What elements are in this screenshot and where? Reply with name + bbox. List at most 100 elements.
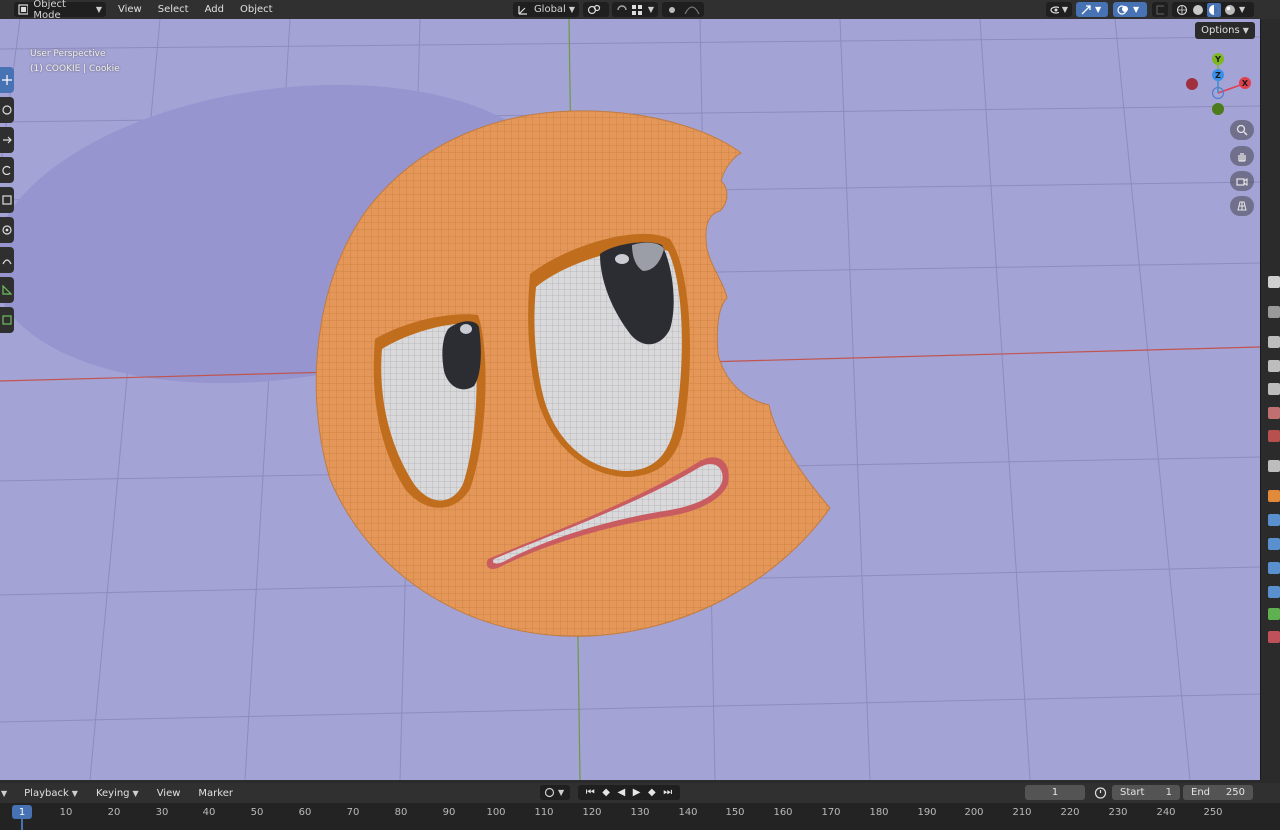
frame-tick: 220 (1060, 807, 1080, 818)
play-reverse-icon[interactable]: ◀ (618, 787, 626, 798)
render-properties-icon[interactable] (1268, 336, 1280, 348)
snap-icon (617, 5, 627, 11)
xray-toggle[interactable] (1152, 2, 1168, 17)
frame-tick: 10 (59, 807, 73, 818)
overlay-toggle[interactable]: ▼ (1113, 2, 1147, 17)
mode-dropdown[interactable]: Object Mode ▼ (14, 0, 106, 21)
play-icon[interactable]: ▶ (633, 787, 641, 798)
frame-tick: 70 (346, 807, 360, 818)
perspective-toggle-button[interactable] (1230, 196, 1254, 216)
keyframe-next-icon[interactable]: ◆ (648, 787, 656, 798)
object-properties-icon[interactable] (1268, 490, 1280, 502)
transform-orientation-dropdown[interactable]: Global ▼ (513, 2, 579, 17)
particle-properties-icon[interactable] (1268, 538, 1280, 550)
auto-key-toggle[interactable]: ▼ (540, 785, 570, 800)
move-tool[interactable] (0, 127, 14, 153)
menu-keying[interactable]: Keying ▼ (87, 788, 148, 799)
neg-x-axis-ball[interactable] (1186, 78, 1198, 90)
shading-rendered-icon[interactable] (1224, 4, 1236, 16)
zoom-button[interactable] (1230, 120, 1254, 140)
transform-icon (2, 225, 12, 235)
world-properties-icon[interactable] (1268, 430, 1280, 442)
scene-properties-icon[interactable] (1268, 407, 1280, 419)
frame-tick: 200 (964, 807, 984, 818)
material-properties-icon[interactable] (1268, 631, 1280, 643)
tool-properties-icon[interactable] (1268, 306, 1280, 318)
playhead-frame-badge[interactable]: 1 (12, 805, 32, 819)
camera-view-button[interactable] (1230, 171, 1254, 191)
options-label: Options (1201, 25, 1240, 36)
chevron-down-icon: ▼ (1239, 5, 1246, 14)
select-box-tool[interactable] (0, 67, 14, 93)
camera-icon (1236, 177, 1248, 187)
menu-object[interactable]: Object (232, 4, 281, 15)
frame-tick: 150 (725, 807, 745, 818)
jump-end-icon[interactable]: ⏭ (663, 787, 672, 798)
keyframe-prev-icon[interactable]: ◆ (602, 787, 610, 798)
3d-viewport[interactable]: User Perspective (1) COOKIE | Cookie Y Z… (0, 19, 1260, 780)
constraint-properties-icon[interactable] (1268, 586, 1280, 598)
gizmo-toggle[interactable]: ▼ (1076, 2, 1108, 17)
viewport-canvas (0, 19, 1260, 780)
physics-properties-icon[interactable] (1268, 562, 1280, 574)
add-cube-icon (2, 315, 12, 325)
playback-controls: ⏮ ◆ ◀ ▶ ◆ ⏭ (578, 785, 680, 800)
hand-pan-icon (1238, 153, 1246, 162)
stopwatch-icon[interactable] (1094, 786, 1107, 802)
scale-tool[interactable] (0, 187, 14, 213)
object-mode-icon (18, 4, 29, 15)
proportional-icon (669, 7, 675, 13)
frame-tick: 170 (821, 807, 841, 818)
current-frame-field[interactable]: 1 (1025, 785, 1085, 800)
pivot-dropdown[interactable] (583, 2, 609, 17)
options-dropdown[interactable]: Options ▼ (1195, 22, 1255, 39)
menu-view[interactable]: View (110, 4, 150, 15)
view-layer-properties-icon[interactable] (1268, 383, 1280, 395)
chevron-down-icon: ▼ (568, 5, 575, 14)
frame-tick: 50 (250, 807, 264, 818)
pan-button[interactable] (1230, 146, 1254, 166)
cursor-tool[interactable] (0, 97, 14, 123)
transform-tool[interactable] (0, 217, 14, 243)
falloff-icon (684, 6, 700, 15)
visibility-dropdown[interactable]: ▼ (1046, 2, 1072, 17)
menu-marker[interactable]: Marker (189, 788, 242, 799)
chevron-down-icon: ▼ (1095, 5, 1102, 14)
playhead-line (21, 819, 23, 830)
modifier-properties-icon[interactable] (1268, 514, 1280, 526)
add-cube-tool[interactable] (0, 307, 14, 333)
rotate-tool[interactable] (0, 157, 14, 183)
menu-add[interactable]: Add (197, 4, 232, 15)
frame-tick: 100 (486, 807, 506, 818)
measure-tool[interactable] (0, 277, 14, 303)
shading-material-icon[interactable] (1207, 2, 1221, 17)
shading-modes[interactable]: ▼ (1172, 2, 1254, 17)
jump-start-icon[interactable]: ⏮ (586, 787, 595, 798)
snap-controls[interactable]: ▼ (612, 2, 658, 17)
frame-tick: 190 (917, 807, 937, 818)
shading-solid-icon[interactable] (1192, 4, 1204, 16)
start-frame-field[interactable]: Start 1 (1112, 785, 1180, 800)
menu-playback[interactable]: Playback ▼ (15, 788, 87, 799)
rotate-icon (2, 165, 11, 175)
frame-tick: 240 (1156, 807, 1176, 818)
proportional-editing[interactable] (662, 2, 704, 17)
output-properties-icon[interactable] (1268, 360, 1280, 372)
navigation-gizmo[interactable]: Y Z X (1182, 49, 1252, 119)
frame-tick: 130 (630, 807, 650, 818)
data-properties-icon[interactable] (1268, 608, 1280, 620)
properties-toggle-icon[interactable] (1268, 276, 1280, 288)
neg-y-axis-ball[interactable] (1212, 103, 1224, 115)
annotate-tool[interactable] (0, 247, 14, 273)
menu-view[interactable]: View (148, 788, 190, 799)
menu-select[interactable]: Select (150, 4, 197, 15)
frame-tick: 160 (773, 807, 793, 818)
end-frame-field[interactable]: End 250 (1183, 785, 1253, 800)
collection-properties-icon[interactable] (1268, 460, 1280, 472)
chevron-down-icon: ▼ (95, 5, 102, 14)
timeline-ruler[interactable]: 1 10 20 30 40 50 60 70 80 90 100 110 120… (0, 803, 1280, 830)
shading-wireframe-icon[interactable] (1176, 4, 1188, 16)
xray-icon (1156, 5, 1164, 14)
editor-type-chevron-icon[interactable]: ▼ (1, 789, 7, 798)
frame-tick: 230 (1108, 807, 1128, 818)
